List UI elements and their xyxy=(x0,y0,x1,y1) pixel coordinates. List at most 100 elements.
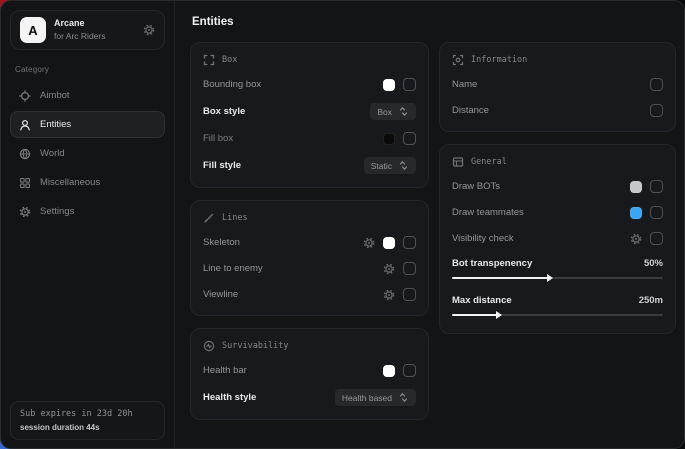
slider-value: 250m xyxy=(639,295,663,306)
slider-thumb[interactable] xyxy=(496,311,502,319)
row-label: Bounding box xyxy=(203,79,383,90)
name-checkbox[interactable] xyxy=(650,78,663,91)
panel-lines: Lines Skeleton Line to enemy xyxy=(190,200,429,316)
blocks-icon xyxy=(19,177,31,189)
gear-icon[interactable] xyxy=(363,237,375,249)
row-label: Box style xyxy=(203,106,370,117)
color-swatch[interactable] xyxy=(630,207,642,219)
health-style-dropdown[interactable]: Health based xyxy=(335,389,416,406)
box-style-dropdown[interactable]: Box xyxy=(370,103,416,120)
panel-title: Box xyxy=(222,55,237,65)
max-distance-slider[interactable] xyxy=(452,310,663,320)
sidebar-item-label: Miscellaneous xyxy=(40,177,100,188)
sidebar-item-entities[interactable]: Entities xyxy=(10,111,165,138)
name-row: Name xyxy=(452,77,663,92)
slider-value: 50% xyxy=(644,258,663,269)
max-distance-row: Max distance 250m xyxy=(452,295,663,320)
color-swatch[interactable] xyxy=(383,365,395,377)
sidebar-item-label: World xyxy=(40,148,65,159)
gear-icon xyxy=(19,206,31,218)
draw-bots-row: Draw BOTs xyxy=(452,179,663,194)
bot-transparency-row: Bot transpenency 50% xyxy=(452,258,663,283)
sidebar-item-world[interactable]: World xyxy=(10,140,165,167)
chevron-updown-icon xyxy=(398,392,409,403)
session-duration-text: session duration 44s xyxy=(20,423,155,432)
draw-teammates-checkbox[interactable] xyxy=(650,206,663,219)
page-title: Entities xyxy=(192,16,676,28)
pulse-icon xyxy=(203,340,215,352)
color-swatch[interactable] xyxy=(630,181,642,193)
row-label: Max distance xyxy=(452,295,639,306)
row-label: Draw teammates xyxy=(452,207,630,218)
health-bar-row: Health bar xyxy=(203,363,416,378)
fill-box-checkbox[interactable] xyxy=(403,132,416,145)
draw-bots-checkbox[interactable] xyxy=(650,180,663,193)
panel-box: Box Bounding box Box style Box xyxy=(190,42,429,188)
row-label: Fill box xyxy=(203,133,383,144)
row-label: Line to enemy xyxy=(203,263,383,274)
gear-icon[interactable] xyxy=(383,289,395,301)
row-label: Fill style xyxy=(203,160,364,171)
brand-card: A Arcane for Arc Riders xyxy=(10,10,165,50)
gear-icon[interactable] xyxy=(383,263,395,275)
bot-transparency-slider[interactable] xyxy=(452,273,663,283)
panel-survivability: Survivability Health bar Health style He… xyxy=(190,328,429,420)
panel-information: Information Name Distance xyxy=(439,42,676,132)
row-label: Health bar xyxy=(203,365,383,376)
visibility-check-checkbox[interactable] xyxy=(650,232,663,245)
row-label: Viewline xyxy=(203,289,383,300)
bounding-box-row: Bounding box xyxy=(203,77,416,92)
color-swatch[interactable] xyxy=(383,79,395,91)
dropdown-value: Box xyxy=(377,107,392,117)
distance-row: Distance xyxy=(452,103,663,118)
table-icon xyxy=(452,156,464,168)
sidebar-item-settings[interactable]: Settings xyxy=(10,198,165,225)
panel-title: Lines xyxy=(222,213,248,223)
dropdown-value: Static xyxy=(371,161,392,171)
panel-title: General xyxy=(471,157,507,167)
bounding-box-icon xyxy=(203,54,215,66)
panel-general: General Draw BOTs Draw teammates xyxy=(439,144,676,334)
brand-title: Arcane xyxy=(54,18,135,29)
crosshair-icon xyxy=(19,90,31,102)
row-label: Skeleton xyxy=(203,237,363,248)
sidebar-item-label: Settings xyxy=(40,206,74,217)
bounding-box-checkbox[interactable] xyxy=(403,78,416,91)
gear-icon[interactable] xyxy=(143,24,155,36)
entities-icon xyxy=(19,119,31,131)
skeleton-row: Skeleton xyxy=(203,235,416,250)
row-label: Visibility check xyxy=(452,233,630,244)
skeleton-checkbox[interactable] xyxy=(403,236,416,249)
gear-icon[interactable] xyxy=(630,233,642,245)
line-to-enemy-checkbox[interactable] xyxy=(403,262,416,275)
panel-title: Information xyxy=(471,55,527,65)
subscription-card: Sub expires in 23d 20h session duration … xyxy=(10,401,165,440)
slider-thumb[interactable] xyxy=(547,274,553,282)
box-style-row: Box style Box xyxy=(203,103,416,120)
fill-style-row: Fill style Static xyxy=(203,157,416,174)
fill-box-row: Fill box xyxy=(203,131,416,146)
color-swatch[interactable] xyxy=(383,133,395,145)
sub-expires-text: Sub expires in 23d 20h xyxy=(20,409,155,419)
sidebar: A Arcane for Arc Riders Category Aimbot … xyxy=(1,1,175,448)
distance-checkbox[interactable] xyxy=(650,104,663,117)
color-swatch[interactable] xyxy=(383,237,395,249)
health-bar-checkbox[interactable] xyxy=(403,364,416,377)
avatar: A xyxy=(20,17,46,43)
row-label: Distance xyxy=(452,105,650,116)
sidebar-item-label: Entities xyxy=(40,119,71,130)
row-label: Name xyxy=(452,79,650,90)
visibility-check-row: Visibility check xyxy=(452,231,663,246)
row-label: Health style xyxy=(203,392,335,403)
main-content: Entities Box Bounding box xyxy=(175,1,685,448)
row-label: Bot transpenency xyxy=(452,258,644,269)
sidebar-item-aimbot[interactable]: Aimbot xyxy=(10,82,165,109)
scan-icon xyxy=(452,54,464,66)
health-style-row: Health style Health based xyxy=(203,389,416,406)
globe-icon xyxy=(19,148,31,160)
sidebar-item-label: Aimbot xyxy=(40,90,70,101)
viewline-checkbox[interactable] xyxy=(403,288,416,301)
fill-style-dropdown[interactable]: Static xyxy=(364,157,416,174)
sidebar-item-miscellaneous[interactable]: Miscellaneous xyxy=(10,169,165,196)
dropdown-value: Health based xyxy=(342,393,392,403)
